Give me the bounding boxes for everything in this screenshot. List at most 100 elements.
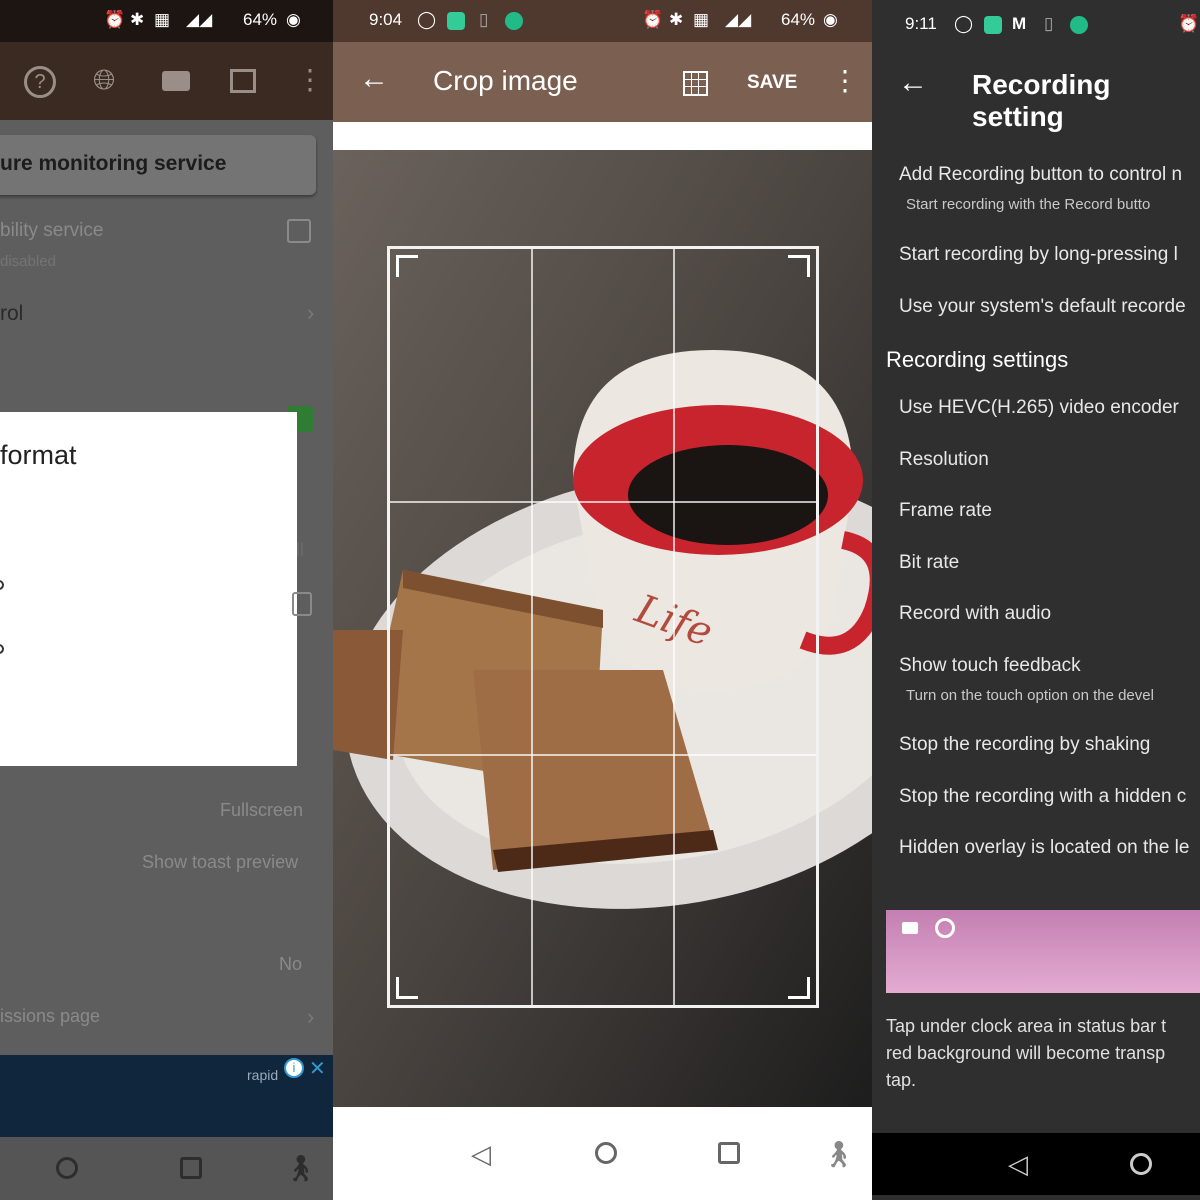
- home-icon[interactable]: [56, 1157, 78, 1179]
- setting-stop-shaking[interactable]: Stop the recording by shaking: [899, 734, 1150, 756]
- toast-value[interactable]: Show toast preview: [142, 852, 298, 873]
- app-icon: [984, 16, 1002, 34]
- checkbox[interactable]: [292, 592, 312, 616]
- ad-banner[interactable]: rapid i ✕: [0, 1055, 333, 1137]
- accessibility-checkbox[interactable]: [287, 219, 311, 243]
- setting-system-recorder[interactable]: Use your system's default recorde: [899, 296, 1186, 318]
- grid-icon[interactable]: [683, 71, 708, 96]
- app-bar: ← Crop image SAVE ⋮: [333, 42, 872, 122]
- home-icon[interactable]: [595, 1142, 617, 1164]
- more-icon[interactable]: ⋮: [296, 62, 324, 98]
- back-arrow-icon[interactable]: ←: [898, 66, 928, 100]
- partial-text: ll: [296, 540, 304, 560]
- whatsapp-icon: ◯: [954, 14, 974, 33]
- setting-long-press[interactable]: Start recording by long-pressing l: [899, 244, 1178, 266]
- globe-icon[interactable]: 🌐︎: [93, 62, 115, 98]
- fullscreen-value[interactable]: Fullscreen: [220, 800, 303, 821]
- help-icon[interactable]: ?: [24, 66, 56, 98]
- chevron-right-icon: ›: [307, 300, 315, 325]
- ad-info-icon[interactable]: i: [284, 1058, 304, 1078]
- app-icon: [1070, 16, 1088, 34]
- chevron-right-icon: ›: [307, 1004, 315, 1029]
- photo-canvas[interactable]: Life: [333, 150, 872, 1107]
- toolbar: ? 🌐︎ ⋮: [0, 42, 333, 120]
- save-button[interactable]: SAVE: [747, 72, 797, 94]
- setting-frame-rate[interactable]: Frame rate: [899, 500, 992, 522]
- accessibility-title: bility service: [0, 220, 104, 241]
- setting-hevc[interactable]: Use HEVC(H.265) video encoder: [899, 397, 1179, 419]
- back-icon[interactable]: ◁: [471, 1139, 491, 1170]
- radio-icon[interactable]: [0, 644, 4, 654]
- time: 9:11: [905, 14, 937, 33]
- setting-touch-feedback[interactable]: Show touch feedback: [899, 655, 1081, 677]
- back-icon[interactable]: ◁: [1008, 1149, 1028, 1180]
- battery-icon: ◉: [286, 10, 301, 29]
- no-value[interactable]: No: [279, 954, 302, 975]
- network-icon: ▦: [693, 10, 710, 29]
- setting-resolution[interactable]: Resolution: [899, 449, 989, 471]
- status-bar: ⏰ ✱ ▦ ◢◢ 64% ◉: [0, 0, 333, 42]
- battery-text: 64%: [781, 10, 816, 29]
- network-icon: ▦: [154, 10, 171, 29]
- alarm-icon: ⏰: [1178, 14, 1200, 33]
- video-icon[interactable]: [162, 71, 190, 91]
- setting-stop-hidden[interactable]: Stop the recording with a hidden c: [899, 786, 1186, 808]
- crop-frame[interactable]: [387, 246, 819, 1008]
- setting-hidden-overlay[interactable]: Hidden overlay is located on the le: [899, 837, 1189, 859]
- navigation-bar: ◁ 🚶︎: [333, 1107, 872, 1200]
- format-dialog: format: [0, 412, 297, 766]
- sim-icon: ▯: [479, 10, 489, 29]
- crop-handle-top-left[interactable]: [396, 255, 418, 277]
- more-icon[interactable]: ⋮: [831, 64, 859, 97]
- recording-settings-panel: 9:11 ◯ M ▯ ⏰ ← Recording setting Add Rec…: [872, 0, 1200, 1200]
- setting-bit-rate[interactable]: Bit rate: [899, 552, 959, 574]
- status-bar: 9:11 ◯ M ▯ ⏰: [872, 0, 1200, 42]
- section-title: Recording settings: [886, 347, 1069, 372]
- alarm-icon: ⏰: [642, 10, 664, 29]
- signal-icon: ◢◢: [186, 10, 213, 29]
- battery-icon: ◉: [823, 10, 838, 29]
- recents-icon[interactable]: [718, 1142, 740, 1164]
- bluetooth-icon: ✱: [669, 10, 684, 29]
- ad-close-icon[interactable]: ✕: [309, 1056, 326, 1081]
- app-icon: [447, 12, 465, 30]
- battery-text: 64%: [243, 10, 278, 29]
- gmail-icon: M: [1012, 14, 1027, 33]
- whatsapp-icon: ◯: [417, 10, 437, 29]
- bluetooth-icon: ✱: [130, 10, 145, 29]
- monitoring-service-button[interactable]: ure monitoring service: [0, 135, 316, 195]
- app-bar: ← Recording setting: [872, 42, 1200, 132]
- recents-icon[interactable]: [180, 1157, 202, 1179]
- alarm-icon: ⏰: [104, 10, 126, 29]
- page-title: Crop image: [433, 65, 578, 96]
- settings-panel: ⏰ ✱ ▦ ◢◢ 64% ◉ ? 🌐︎ ⋮ ure monitoring ser…: [0, 0, 333, 1200]
- overlay-preview: [886, 910, 1200, 993]
- setting-subtitle: Turn on the touch option on the devel: [906, 687, 1154, 704]
- ad-label: rapid: [247, 1067, 279, 1083]
- setting-add-recording-button[interactable]: Add Recording button to control n: [899, 164, 1182, 186]
- navigation-bar: 🚶︎: [0, 1137, 333, 1200]
- accessibility-icon[interactable]: 🚶︎: [284, 1153, 317, 1184]
- image-icon[interactable]: [230, 69, 256, 93]
- home-icon[interactable]: [1130, 1153, 1152, 1175]
- sim-icon: ▯: [1044, 14, 1054, 33]
- setting-record-audio[interactable]: Record with audio: [899, 603, 1051, 625]
- navigation-bar: ◁: [872, 1133, 1200, 1195]
- crop-handle-bottom-right[interactable]: [788, 977, 810, 999]
- page-title: Recording setting: [972, 69, 1111, 132]
- control-row-label[interactable]: rol: [0, 302, 23, 326]
- crop-handle-bottom-left[interactable]: [396, 977, 418, 999]
- radio-icon[interactable]: [0, 580, 4, 590]
- setting-subtitle: Start recording with the Record butto: [906, 196, 1151, 213]
- accessibility-icon[interactable]: 🚶︎: [822, 1139, 855, 1170]
- permissions-row-label[interactable]: issions page: [0, 1006, 100, 1027]
- crop-panel: 9:04 ◯ ▯ ⏰ ✱ ▦ ◢◢ 64% ◉ ← Crop image SAV…: [333, 0, 872, 1200]
- signal-icon: ◢◢: [725, 10, 752, 29]
- back-arrow-icon[interactable]: ←: [359, 62, 389, 96]
- video-icon: [902, 922, 918, 934]
- help-note: Tap under clock area in status bar t red…: [886, 1016, 1167, 1090]
- time: 9:04: [369, 10, 403, 29]
- dialog-title: format: [0, 440, 77, 470]
- crop-handle-top-right[interactable]: [788, 255, 810, 277]
- status-bar: 9:04 ◯ ▯ ⏰ ✱ ▦ ◢◢ 64% ◉: [333, 0, 872, 42]
